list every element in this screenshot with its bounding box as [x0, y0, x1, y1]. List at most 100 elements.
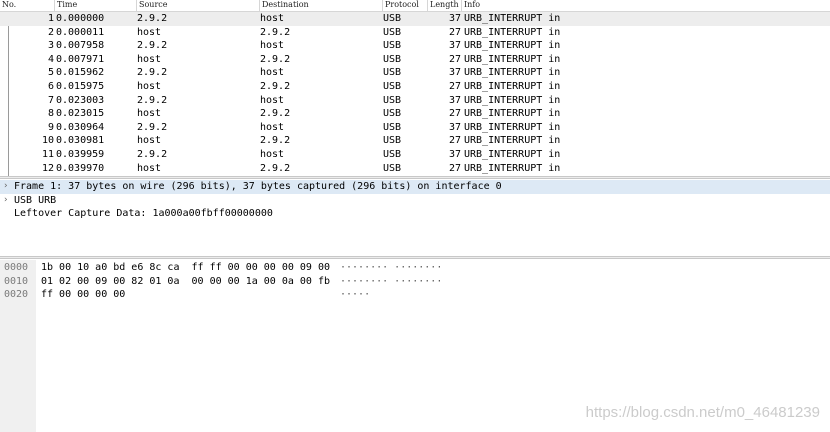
packet-protocol: USB — [383, 67, 402, 79]
packet-no: 5 — [47, 67, 54, 79]
packet-source: host — [137, 108, 162, 120]
packet-length: 27 — [448, 108, 461, 120]
packet-length: 27 — [448, 80, 461, 92]
packet-destination: 2.9.2 — [260, 53, 291, 65]
packet-destination: host — [260, 94, 285, 106]
bytes-ascii[interactable]: ····· — [340, 288, 370, 302]
packet-no: 12 — [41, 162, 54, 174]
packet-row[interactable]: 4 0.007971 host 2.9.2 USB 27 URB_INTERRUPT in — [0, 53, 830, 67]
packet-time: 0.039970 — [56, 162, 105, 174]
column-header-protocol[interactable]: Protocol — [383, 0, 428, 11]
packet-source: host — [137, 80, 162, 92]
bytes-row: 0000 1b 00 10 a0 bd e6 8c ca ff ff 00 00 … — [0, 261, 830, 275]
packet-info: URB_INTERRUPT in — [464, 108, 561, 120]
packet-destination: 2.9.2 — [260, 108, 291, 120]
packet-length: 37 — [448, 13, 461, 24]
packet-info: URB_INTERRUPT in — [464, 121, 561, 133]
packet-row[interactable]: 12 0.039970 host 2.9.2 USB 27 URB_INTERRUPT in — [0, 162, 830, 176]
packet-row[interactable]: 3 0.007958 2.9.2 host USB 37 URB_INTERRUPT in — [0, 39, 830, 53]
column-header-no[interactable]: No. — [0, 0, 55, 11]
packet-details[interactable]: › Frame 1: 37 bytes on wire (296 bits), 3… — [0, 180, 830, 256]
packet-no: 8 — [47, 108, 54, 120]
packet-time: 0.015975 — [56, 80, 105, 92]
packet-row[interactable]: 10 0.030981 host 2.9.2 USB 27 URB_INTERRUPT in — [0, 134, 830, 148]
bytes-hex[interactable]: 1b 00 10 a0 bd e6 8c ca ff ff 00 00 00 0… — [41, 261, 330, 275]
packet-length: 37 — [448, 94, 461, 106]
packet-no: 6 — [47, 80, 54, 92]
detail-text: Leftover Capture Data: 1a000a00fbff00000… — [14, 208, 273, 219]
packet-info: URB_INTERRUPT in — [464, 53, 561, 65]
packet-row[interactable]: 9 0.030964 2.9.2 host USB 37 URB_INTERRUPT in — [0, 121, 830, 135]
column-header-source[interactable]: Source — [137, 0, 260, 11]
packet-length: 37 — [448, 148, 461, 160]
packet-source: 2.9.2 — [137, 94, 168, 106]
packet-time: 0.007971 — [56, 53, 105, 65]
packet-protocol: USB — [383, 26, 402, 38]
packet-row[interactable]: 7 0.023003 2.9.2 host USB 37 URB_INTERRUPT in — [0, 94, 830, 108]
packet-length: 37 — [448, 40, 461, 52]
bytes-row: 0020 ff 00 00 00 00 ····· — [0, 288, 830, 302]
packet-destination: 2.9.2 — [260, 80, 291, 92]
packet-source: 2.9.2 — [137, 121, 168, 133]
packet-protocol: USB — [383, 13, 402, 24]
detail-row[interactable]: › Frame 1: 37 bytes on wire (296 bits), 3… — [0, 180, 830, 194]
packet-time: 0.030964 — [56, 121, 105, 133]
bytes-hex[interactable]: 01 02 00 09 00 82 01 0a 00 00 00 1a 00 0… — [41, 275, 330, 289]
packet-row[interactable]: 1 0.000000 2.9.2 host USB 37 URB_INTERRUPT in — [0, 12, 830, 26]
packet-source: 2.9.2 — [137, 67, 168, 79]
bytes-hex[interactable]: ff 00 00 00 00 — [41, 288, 125, 302]
packet-time: 0.023015 — [56, 108, 105, 120]
packet-source: 2.9.2 — [137, 148, 168, 160]
packet-destination: host — [260, 67, 285, 79]
packet-length: 27 — [448, 53, 461, 65]
packet-list[interactable]: No. Time Source Destination Protocol Len… — [0, 0, 830, 176]
detail-row[interactable]: › USB URB — [0, 194, 830, 208]
packet-protocol: USB — [383, 80, 402, 92]
bytes-offset[interactable]: 0000 — [4, 261, 28, 275]
bytes-offset[interactable]: 0020 — [4, 288, 28, 302]
packet-time: 0.030981 — [56, 135, 105, 147]
packet-destination: 2.9.2 — [260, 26, 291, 38]
packet-no: 7 — [47, 94, 54, 106]
packet-destination: 2.9.2 — [260, 135, 291, 147]
packet-info: URB_INTERRUPT in — [464, 26, 561, 38]
packet-source: host — [137, 162, 162, 174]
packet-length: 27 — [448, 162, 461, 174]
column-header-time[interactable]: Time — [55, 0, 137, 11]
packet-time: 0.000011 — [56, 26, 105, 38]
bytes-ascii[interactable]: ········ ········ — [340, 261, 442, 275]
packet-row[interactable]: 5 0.015962 2.9.2 host USB 37 URB_INTERRUPT in — [0, 66, 830, 80]
packet-protocol: USB — [383, 135, 402, 147]
packet-protocol: USB — [383, 53, 402, 65]
column-header-destination[interactable]: Destination — [260, 0, 383, 11]
pane-splitter-bottom[interactable] — [0, 256, 830, 259]
packet-no: 4 — [47, 53, 54, 65]
packet-destination: host — [260, 40, 285, 52]
bytes-offset[interactable]: 0010 — [4, 275, 28, 289]
detail-text: USB URB — [14, 194, 57, 206]
column-header-length[interactable]: Length — [428, 0, 462, 11]
expand-arrow-icon[interactable]: › — [3, 180, 11, 194]
packet-row[interactable]: 11 0.039959 2.9.2 host USB 37 URB_INTERRUPT in — [0, 148, 830, 162]
watermark-text: https://blog.csdn.net/m0_46481239 — [585, 404, 820, 421]
packet-source: 2.9.2 — [137, 13, 168, 24]
bytes-ascii[interactable]: ········ ········ — [340, 275, 442, 289]
column-header-info[interactable]: Info — [462, 0, 830, 11]
packet-row[interactable]: 6 0.015975 host 2.9.2 USB 27 URB_INTERRUPT in — [0, 80, 830, 94]
expand-arrow-icon[interactable]: › — [3, 194, 11, 208]
packet-row[interactable]: 2 0.000011 host 2.9.2 USB 27 URB_INTERRUPT in — [0, 26, 830, 40]
packet-protocol: USB — [383, 40, 402, 52]
packet-protocol: USB — [383, 108, 402, 120]
packet-source: host — [137, 26, 162, 38]
packet-info: URB_INTERRUPT in — [464, 148, 561, 160]
detail-row[interactable]: Leftover Capture Data: 1a000a00fbff00000… — [0, 207, 830, 221]
packet-time: 0.007958 — [56, 40, 105, 52]
pane-splitter-top[interactable] — [0, 176, 830, 179]
packet-protocol: USB — [383, 94, 402, 106]
packet-time: 0.023003 — [56, 94, 105, 106]
packet-no: 3 — [47, 40, 54, 52]
packet-row[interactable]: 8 0.023015 host 2.9.2 USB 27 URB_INTERRUPT in — [0, 107, 830, 121]
packet-source: host — [137, 53, 162, 65]
detail-text: Frame 1: 37 bytes on wire (296 bits), 37… — [14, 181, 502, 192]
packet-info: URB_INTERRUPT in — [464, 13, 561, 24]
